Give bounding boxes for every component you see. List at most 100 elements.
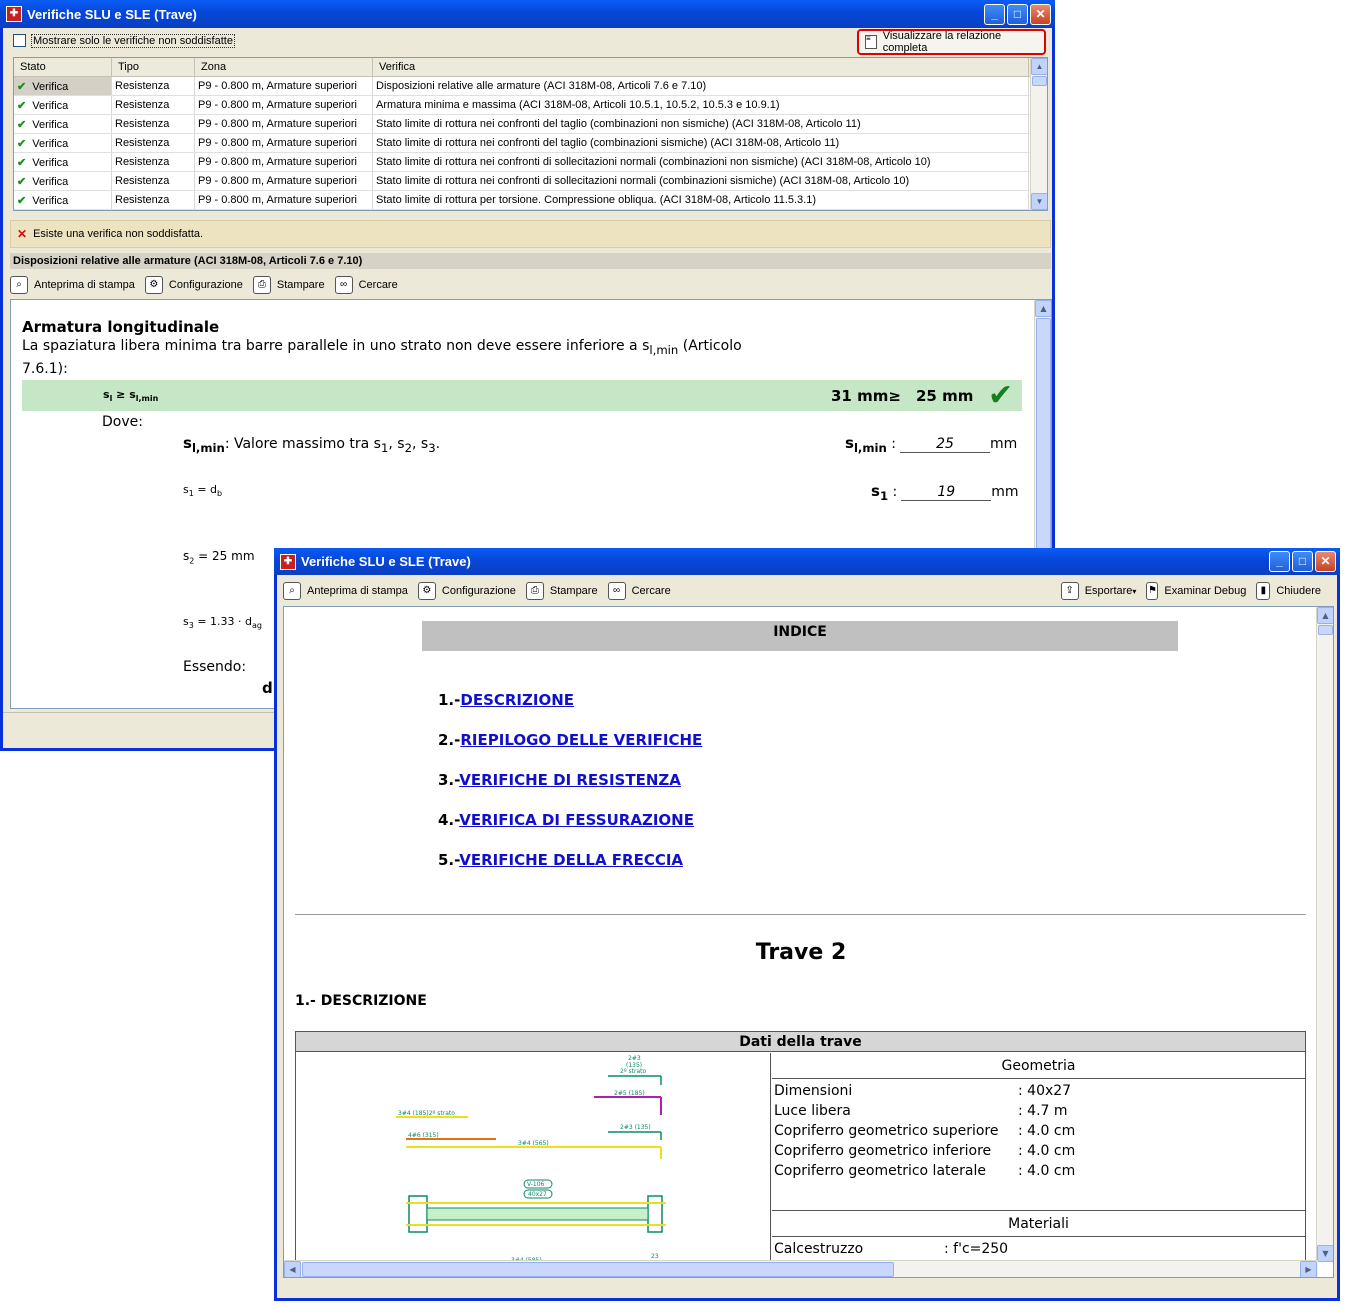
only-failed-checkbox[interactable] xyxy=(13,34,26,47)
dove-label: Dove: xyxy=(102,414,143,430)
scroll-up-arrow-icon[interactable]: ▲ xyxy=(1035,300,1051,317)
close-button[interactable]: ✕ xyxy=(1030,3,1051,25)
scroll-up-arrow-icon[interactable]: ▲ xyxy=(1317,607,1333,624)
col-stato[interactable]: Stato xyxy=(14,58,112,76)
only-failed-label[interactable]: Mostrare solo le verifiche non soddisfat… xyxy=(31,34,235,48)
scroll-right-arrow-icon[interactable]: ▶ xyxy=(1300,1261,1317,1277)
printer-icon: ⎙ xyxy=(525,582,544,600)
cell-zona: P9 - 0.800 m, Armature superiori xyxy=(195,134,373,152)
configuration-button[interactable]: ⚙ Configurazione xyxy=(417,582,516,600)
beam-drawing: 2#3 (135) 2º strato 2#5 (185) 3#4 (185)2… xyxy=(296,1053,771,1277)
toc-item: 4.-VERIFICA DI FESSURAZIONE xyxy=(438,811,694,829)
check-icon: ✔ xyxy=(17,195,27,207)
cell-zona: P9 - 0.800 m, Armature superiori xyxy=(195,77,373,95)
search-button[interactable]: ∞ Cercare xyxy=(334,276,398,294)
divider xyxy=(295,914,1306,915)
scroll-down-arrow-icon[interactable]: ▼ xyxy=(1031,193,1047,210)
s1-definition: s1 = db xyxy=(183,483,223,499)
print-button[interactable]: ⎙ Stampare xyxy=(525,582,598,600)
cell-tipo: Resistenza xyxy=(112,77,195,95)
error-x-icon: ✕ xyxy=(17,227,28,241)
check-icon: ✔ xyxy=(17,100,27,112)
scroll-down-arrow-icon[interactable]: ▼ xyxy=(1317,1245,1333,1262)
svg-text:2#3: 2#3 xyxy=(628,1055,641,1062)
toc-link[interactable]: VERIFICHE DELLA FRECCIA xyxy=(459,851,683,869)
table-row[interactable]: ✔ Verifica Resistenza P9 - 0.800 m, Armatur… xyxy=(14,191,1047,210)
scroll-up-arrow-icon[interactable]: ▲ xyxy=(1031,58,1047,75)
table-scroll-thumb[interactable] xyxy=(1032,76,1047,86)
s1-value-row: s1 :19 mm xyxy=(871,482,1019,503)
minimize-button[interactable]: _ xyxy=(984,3,1005,25)
toc-link[interactable]: DESCRIZIONE xyxy=(460,691,574,709)
table-row[interactable]: ✔ Verifica Resistenza P9 - 0.800 m, Armatur… xyxy=(14,96,1047,115)
svg-text:2#3 (135): 2#3 (135) xyxy=(620,1124,651,1131)
col-tipo[interactable]: Tipo xyxy=(112,58,195,76)
beam-data-table: Dati della trave 2#3 (135) 2º strato 2#5… xyxy=(295,1031,1306,1277)
export-label: Esportare xyxy=(1084,585,1133,597)
scroll-left-arrow-icon[interactable]: ◀ xyxy=(284,1261,301,1277)
window-title: Verifiche SLU e SLE (Trave) xyxy=(301,554,471,569)
close-button[interactable]: ✕ xyxy=(1315,551,1336,572)
report-scroll-thumb[interactable] xyxy=(1318,625,1333,635)
table-row[interactable]: ✔ Verifica Resistenza P9 - 0.800 m, Armatur… xyxy=(14,77,1047,96)
search-button[interactable]: ∞ Cercare xyxy=(607,582,671,600)
cell-stato: ✔ Verifica xyxy=(14,115,112,133)
svg-text:23: 23 xyxy=(651,1253,659,1260)
maximize-button[interactable]: □ xyxy=(1007,3,1028,25)
report-vertical-scrollbar[interactable]: ▲ ▼ xyxy=(1316,607,1333,1262)
svg-text:40x27: 40x27 xyxy=(528,1191,547,1198)
check-icon: ✔ xyxy=(17,176,27,188)
toc-link[interactable]: VERIFICHE DI RESISTENZA xyxy=(459,771,681,789)
formula: sl ≥ sl,min xyxy=(103,388,159,404)
table-row[interactable]: ✔ Verifica Resistenza P9 - 0.800 m, Armatur… xyxy=(14,115,1047,134)
app-icon: ✚ xyxy=(6,6,22,22)
col-zona[interactable]: Zona xyxy=(195,58,373,76)
geometry-header: Geometria xyxy=(772,1053,1305,1079)
report-window: ✚ Verifiche SLU e SLE (Trave) _ □ ✕ ⌕ Ant… xyxy=(274,548,1340,1301)
cell-stato: ✔ Verifica xyxy=(14,153,112,171)
table-scrollbar[interactable]: ▲ ▼ xyxy=(1030,58,1047,210)
checks-table[interactable]: Stato Tipo Zona Verifica ✔ Verifica Resist… xyxy=(13,57,1048,211)
configuration-button[interactable]: ⚙ Configurazione xyxy=(144,276,243,294)
toc-link[interactable]: RIEPILOGO DELLE VERIFICHE xyxy=(460,731,702,749)
print-button[interactable]: ⎙ Stampare xyxy=(252,276,325,294)
export-button[interactable]: ⇪ Esportare ▾ xyxy=(1060,582,1136,600)
geometry-panel: Geometria Dimensioni: 40x27 Luce libera: … xyxy=(772,1053,1305,1277)
result-value-left: 31 mm≥ xyxy=(831,387,901,405)
maximize-button[interactable]: □ xyxy=(1292,551,1313,572)
debug-button[interactable]: ⚑ Examinar Debug xyxy=(1146,582,1246,600)
geometry-row: Copriferro geometrico laterale: 4.0 cm xyxy=(774,1163,1076,1179)
table-row[interactable]: ✔ Verifica Resistenza P9 - 0.800 m, Armatur… xyxy=(14,172,1047,191)
toc-item: 1.-DESCRIZIONE xyxy=(438,691,575,709)
material-row: Calcestruzzo: f'c=250 xyxy=(774,1241,1009,1257)
close-report-button[interactable]: ▮ Chiudere xyxy=(1256,582,1321,600)
report-document[interactable]: INDICE 1.-DESCRIZIONE 2.-RIEPILOGO DELLE … xyxy=(283,606,1334,1278)
window-title: Verifiche SLU e SLE (Trave) xyxy=(27,6,197,22)
window-titlebar[interactable]: ✚ Verifiche SLU e SLE (Trave) _ □ ✕ xyxy=(274,548,1340,575)
warning-bar: ✕ Esiste una verifica non soddisfatta. xyxy=(10,220,1051,248)
check-icon: ✔ xyxy=(17,81,27,93)
view-full-report-button[interactable]: ≡ Visualizzare la relazione completa xyxy=(857,29,1046,55)
search-label: Cercare xyxy=(631,585,671,597)
print-preview-button[interactable]: ⌕ Anteprima di stampa xyxy=(283,582,408,600)
report-horizontal-scrollbar[interactable]: ◀ ▶ xyxy=(284,1260,1318,1277)
col-verifica[interactable]: Verifica xyxy=(373,58,1029,76)
ok-check-icon: ✔ xyxy=(988,378,1014,413)
window-titlebar[interactable]: ✚ Verifiche SLU e SLE (Trave) _ □ ✕ xyxy=(0,0,1055,28)
cell-tipo: Resistenza xyxy=(112,96,195,114)
beam-data-title: Dati della trave xyxy=(296,1032,1305,1052)
toc-item: 2.-RIEPILOGO DELLE VERIFICHE xyxy=(438,731,703,749)
configuration-label: Configurazione xyxy=(441,585,516,597)
table-row[interactable]: ✔ Verifica Resistenza P9 - 0.800 m, Armatur… xyxy=(14,134,1047,153)
doc-paragraph-line1: La spaziatura libera minima tra barre pa… xyxy=(22,338,742,357)
check-icon: ✔ xyxy=(17,138,27,150)
report-hscroll-thumb[interactable] xyxy=(302,1262,894,1277)
print-preview-icon: ⌕ xyxy=(10,276,28,294)
configuration-label: Configurazione xyxy=(168,279,243,291)
beam-reinforcement-drawing: 2#3 (135) 2º strato 2#5 (185) 3#4 (185)2… xyxy=(396,1055,669,1277)
truncated-symbol: d xyxy=(262,679,273,697)
toc-link[interactable]: VERIFICA DI FESSURAZIONE xyxy=(459,811,694,829)
table-row[interactable]: ✔ Verifica Resistenza P9 - 0.800 m, Armatur… xyxy=(14,153,1047,172)
minimize-button[interactable]: _ xyxy=(1269,551,1290,572)
print-preview-button[interactable]: ⌕ Anteprima di stampa xyxy=(10,276,135,294)
